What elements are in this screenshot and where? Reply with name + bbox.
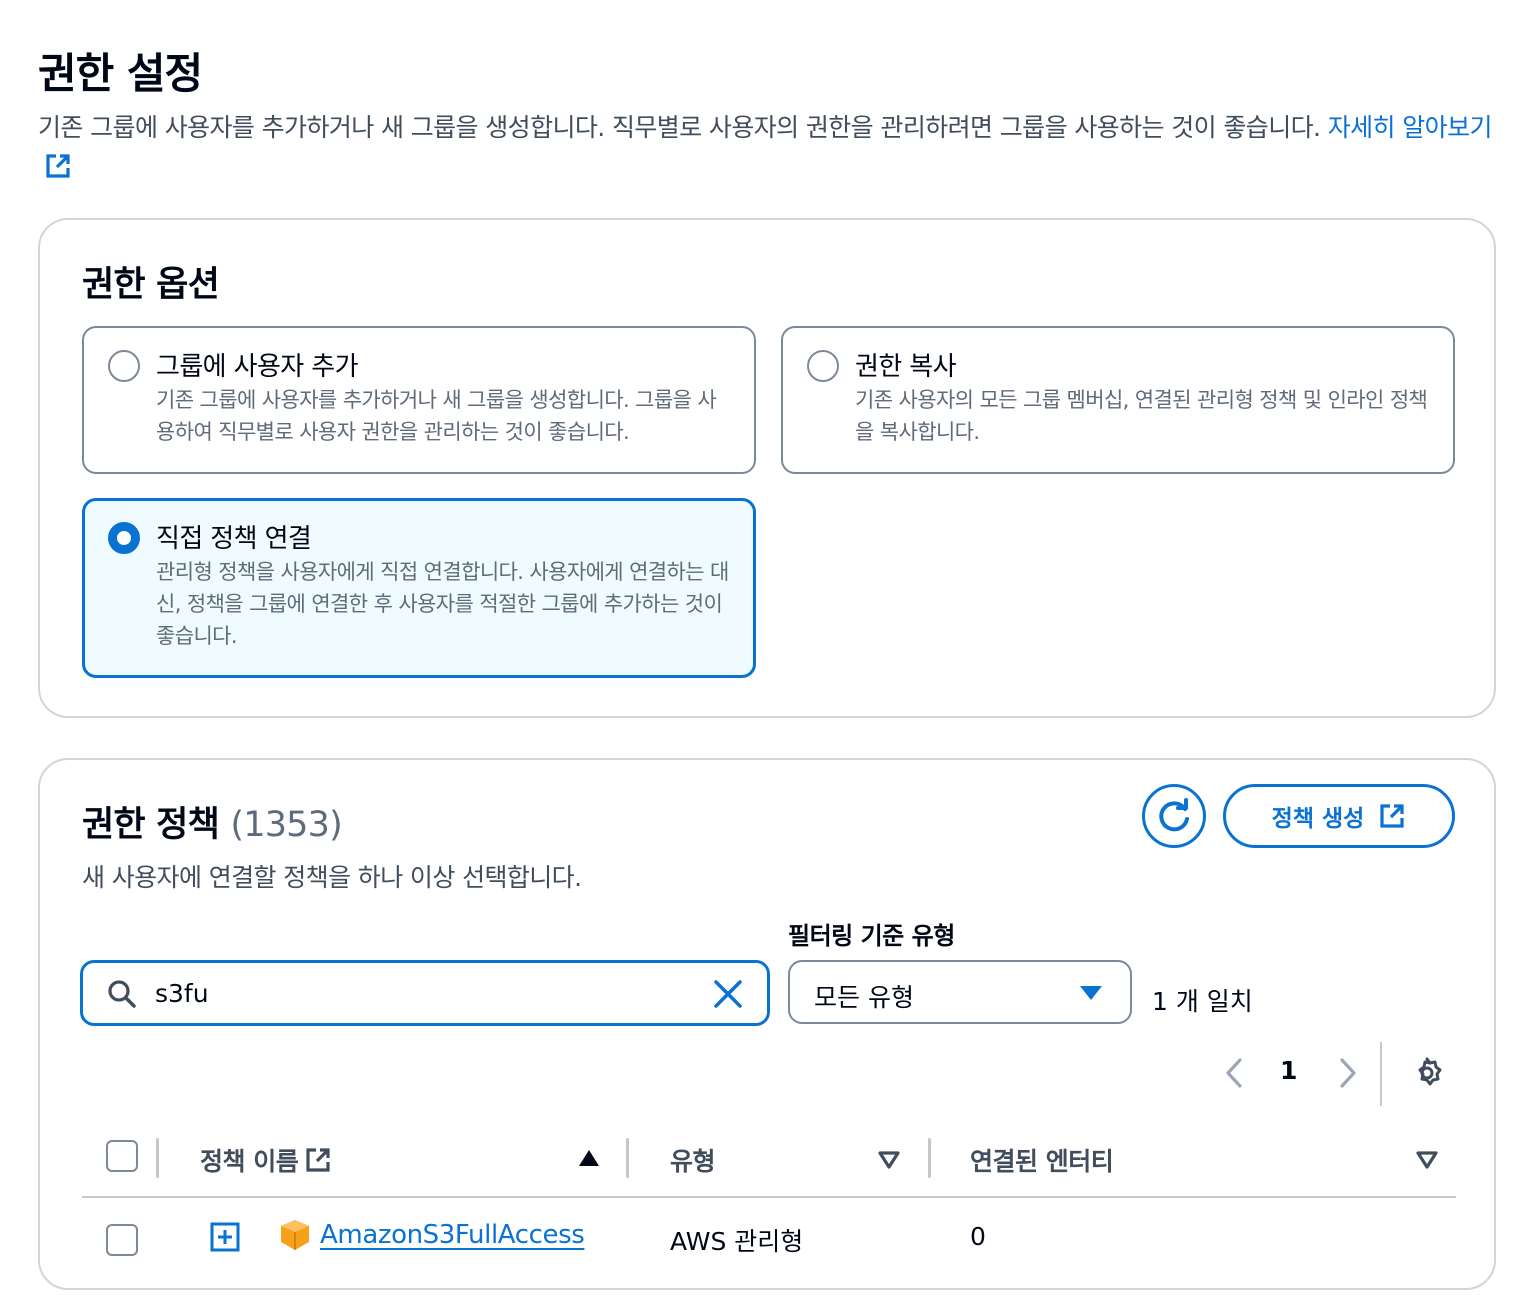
sort-descending-icon[interactable]: [878, 1150, 900, 1170]
attached-entities-count: 0: [970, 1222, 986, 1251]
permission-policies-title: 권한 정책 (1353): [82, 796, 343, 847]
permission-policies-card: 권한 정책 (1353) 정책 생성 새 사용자에 연결할 정책을 하나 이상 …: [38, 758, 1496, 1290]
policy-search-input[interactable]: s3fu: [80, 960, 770, 1026]
external-link-icon: [306, 1148, 330, 1172]
policies-count: (1353): [230, 805, 342, 845]
expand-plus-icon[interactable]: [210, 1222, 240, 1252]
column-header-attached-entities[interactable]: 연결된 엔터티: [970, 1142, 1114, 1178]
filter-type-select[interactable]: 모든 유형: [788, 960, 1132, 1024]
refresh-button[interactable]: [1142, 784, 1206, 848]
create-policy-label[interactable]: 정책 생성: [1272, 799, 1365, 833]
close-icon[interactable]: [711, 977, 745, 1011]
chevron-left-icon[interactable]: [1222, 1056, 1246, 1090]
learn-more-label[interactable]: 자세히 알아보기: [1328, 113, 1493, 142]
page-description-text: 기존 그룹에 사용자를 추가하거나 새 그룹을 생성합니다. 직무별로 사용자의…: [38, 113, 1321, 142]
sort-descending-icon[interactable]: [1416, 1150, 1438, 1170]
match-count: 1 개 일치: [1152, 987, 1253, 1016]
external-link-icon: [46, 154, 70, 178]
chevron-right-icon[interactable]: [1336, 1056, 1360, 1090]
pagination-divider: [1380, 1042, 1382, 1106]
filter-type-label: 필터링 기준 유형: [788, 922, 955, 950]
option-description: 기존 사용자의 모든 그룹 멤버십, 연결된 관리형 정책 및 인라인 정책을 …: [855, 388, 1428, 444]
column-header-policy-name[interactable]: 정책 이름: [200, 1142, 332, 1178]
option-label: 권한 복사: [855, 352, 957, 382]
page-title: 권한 설정: [38, 49, 203, 98]
column-label[interactable]: 정책 이름: [200, 1147, 299, 1176]
option-description: 관리형 정책을 사용자에게 직접 연결합니다. 사용자에게 연결하는 대신, 정…: [156, 560, 729, 648]
option-description: 기존 그룹에 사용자를 추가하거나 새 그룹을 생성합니다. 그룹을 사용하여 …: [156, 388, 717, 444]
aws-managed-policy-icon: [281, 1220, 309, 1250]
create-policy-button[interactable]: 정책 생성: [1223, 784, 1455, 848]
caret-down-icon: [1080, 986, 1102, 1000]
select-all-checkbox[interactable]: [106, 1140, 138, 1172]
table-header: 정책 이름 유형 연결된 엔터티: [82, 1138, 1456, 1198]
radio-copy-permissions[interactable]: [807, 350, 839, 382]
option-add-to-group[interactable]: 그룹에 사용자 추가 기존 그룹에 사용자를 추가하거나 새 그룹을 생성합니다…: [82, 326, 756, 474]
policies-description: 새 사용자에 연결할 정책을 하나 이상 선택합니다.: [82, 863, 582, 892]
permission-options-title: 권한 옵션: [82, 265, 220, 305]
radio-add-to-group[interactable]: [108, 350, 140, 382]
row-checkbox[interactable]: [106, 1224, 138, 1256]
table-row: AmazonS3FullAccess AWS 관리형 0: [82, 1206, 1456, 1276]
sort-ascending-icon[interactable]: [578, 1148, 600, 1168]
column-separator: [626, 1138, 629, 1178]
search-icon: [108, 980, 136, 1008]
page-description: 기존 그룹에 사용자를 추가하거나 새 그룹을 생성합니다. 직무별로 사용자의…: [38, 108, 1508, 188]
page-number[interactable]: 1: [1280, 1056, 1297, 1085]
option-copy-permissions[interactable]: 권한 복사 기존 사용자의 모든 그룹 멤버십, 연결된 관리형 정책 및 인라…: [781, 326, 1455, 474]
column-header-type[interactable]: 유형: [670, 1142, 716, 1178]
external-link-icon: [1380, 804, 1404, 828]
option-label: 직접 정책 연결: [156, 524, 312, 554]
permission-options-card: 권한 옵션 그룹에 사용자 추가 기존 그룹에 사용자를 추가하거나 새 그룹을…: [38, 218, 1496, 718]
policy-name-link[interactable]: AmazonS3FullAccess: [320, 1220, 585, 1250]
column-separator: [156, 1138, 159, 1178]
refresh-icon: [1159, 798, 1189, 832]
column-separator: [928, 1138, 931, 1178]
filter-type-value: 모든 유형: [814, 983, 914, 1012]
option-label: 그룹에 사용자 추가: [156, 352, 358, 382]
gear-icon[interactable]: [1410, 1056, 1444, 1090]
policy-type: AWS 관리형: [670, 1227, 804, 1256]
search-value[interactable]: s3fu: [155, 979, 209, 1008]
option-attach-policies-directly[interactable]: 직접 정책 연결 관리형 정책을 사용자에게 직접 연결합니다. 사용자에게 연…: [82, 498, 756, 678]
policies-title-text: 권한 정책: [82, 805, 220, 845]
radio-attach-policies-directly[interactable]: [108, 522, 140, 554]
